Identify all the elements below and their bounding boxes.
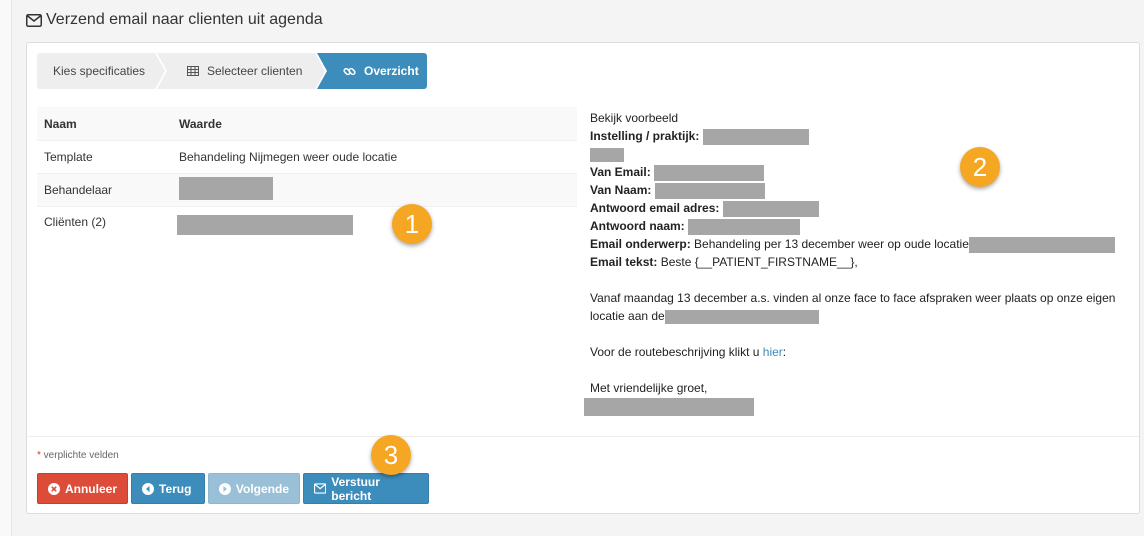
- wizard-step-select-clients[interactable]: Selecteer clienten: [157, 53, 327, 89]
- redacted-value: [584, 397, 754, 416]
- back-button[interactable]: Terug: [131, 473, 205, 504]
- preview-reply-email: Antwoord email adres:: [590, 199, 1130, 217]
- preview-institution: Instelling / praktijk:: [590, 127, 1130, 145]
- email-preview: Bekijk voorbeeld Instelling / praktijk: …: [584, 109, 1130, 416]
- preview-subject: Email onderwerp: Behandeling per 13 dece…: [590, 235, 1130, 253]
- redacted-value: [179, 177, 273, 200]
- summary-table: Naam Waarde Template Behandeling Nijmege…: [37, 107, 577, 240]
- table-header-row: Naam Waarde: [37, 107, 577, 140]
- redacted-value: [968, 236, 1115, 253]
- wizard-step-specifications[interactable]: Kies specificaties: [37, 53, 167, 89]
- wizard-steps: Kies specificaties Selecteer clienten Ov…: [37, 53, 427, 89]
- next-button[interactable]: Volgende: [208, 473, 300, 504]
- row-label: Cliënten (2): [44, 215, 107, 229]
- wizard-step-label: Overzicht: [364, 64, 419, 78]
- row-label: Template: [44, 150, 93, 164]
- preview-from-name: Van Naam:: [590, 181, 1130, 199]
- row-value: Behandeling Nijmegen weer oude locatie: [179, 150, 398, 164]
- preview-from-email: Van Email:: [590, 163, 1130, 181]
- preview-body-para1-cont: locatie aan de: [590, 307, 1130, 325]
- table-row: Cliënten (2): [37, 206, 577, 240]
- arrow-circle-left-icon: [142, 482, 154, 495]
- page-header: Verzend email naar clienten uit agenda: [26, 8, 323, 32]
- annotation-badge-1: 1: [392, 204, 432, 244]
- action-buttons: Annuleer Terug Volgende Verstuur bericht: [37, 473, 429, 504]
- send-message-button[interactable]: Verstuur bericht: [303, 473, 429, 504]
- envelope-icon: [314, 483, 327, 494]
- preview-signature: [584, 397, 1130, 416]
- page-title: Verzend email naar clienten uit agenda: [46, 11, 323, 28]
- main-panel: Kies specificaties Selecteer clienten Ov…: [26, 42, 1140, 514]
- column-header-value: Waarde: [179, 116, 222, 131]
- route-link[interactable]: hier: [763, 345, 783, 359]
- preview-institution-cont: [590, 145, 1130, 163]
- redacted-value: [702, 128, 809, 145]
- annotation-badge-2: 2: [960, 147, 1000, 187]
- redacted-value: [590, 147, 624, 162]
- arrow-circle-right-icon: [219, 482, 231, 495]
- redacted-value: [664, 309, 819, 324]
- preview-body-para2: Voor de routebeschrijving klikt u hier:: [590, 345, 787, 359]
- required-fields-note: * verplichte velden: [37, 450, 119, 461]
- left-sidebar-strip: [0, 0, 12, 536]
- table-row: Template Behandeling Nijmegen weer oude …: [37, 140, 577, 173]
- wizard-step-label: Selecteer clienten: [207, 64, 303, 78]
- row-value: [177, 215, 577, 238]
- table-row: Behandelaar: [37, 173, 577, 206]
- wizard-step-label: Kies specificaties: [53, 64, 146, 78]
- wizard-step-overview[interactable]: Overzicht: [317, 53, 427, 89]
- column-header-name: Naam: [44, 116, 77, 131]
- row-label: Behandelaar: [44, 183, 113, 197]
- preview-closing: Met vriendelijke groet,: [590, 381, 708, 395]
- redacted-value: [654, 164, 765, 181]
- table-icon: [187, 66, 199, 76]
- redacted-value: [654, 182, 765, 199]
- redacted-value: [722, 200, 819, 217]
- annotation-badge-3: 3: [371, 435, 411, 475]
- preview-body: Email tekst: Beste {__PATIENT_FIRSTNAME_…: [590, 255, 858, 269]
- cancel-button[interactable]: Annuleer: [37, 473, 128, 504]
- times-circle-icon: [48, 482, 60, 495]
- preview-reply-name: Antwoord naam:: [590, 217, 1130, 235]
- footer-divider: [27, 436, 1139, 437]
- preview-title: Bekijk voorbeeld: [590, 111, 679, 125]
- row-value: [179, 177, 577, 203]
- link-icon: [343, 67, 356, 75]
- envelope-icon: [26, 13, 42, 27]
- redacted-value: [177, 215, 353, 235]
- redacted-value: [688, 218, 801, 235]
- preview-body-para1: Vanaf maandag 13 december a.s. vinden al…: [590, 291, 1116, 305]
